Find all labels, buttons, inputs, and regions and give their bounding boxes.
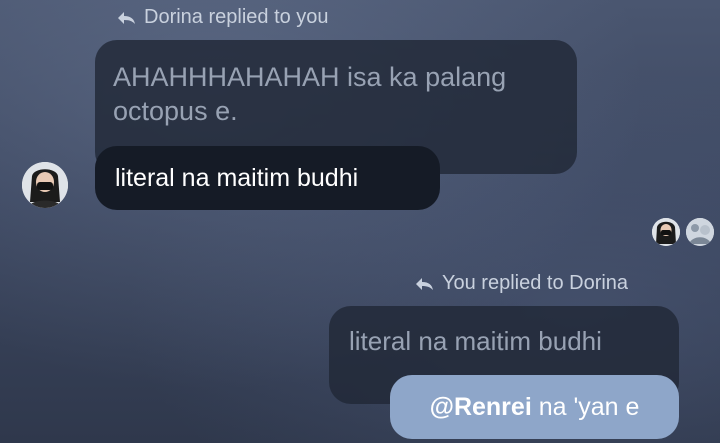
reply-context-label: Dorina replied to you (144, 6, 329, 28)
quoted-message-text: literal na maitim budhi (349, 326, 602, 356)
seen-avatar-1 (652, 218, 680, 246)
reply-context-label: You replied to Dorina (442, 272, 629, 294)
message-text: na 'yan e (531, 392, 640, 421)
reply-context-sent: You replied to Dorina (414, 272, 628, 295)
reply-context-received: Dorina replied to you (116, 6, 329, 29)
message-bubble-sent[interactable]: @Renrei na 'yan e (390, 375, 679, 439)
user-avatar[interactable] (22, 162, 68, 208)
reply-arrow-icon (118, 11, 135, 24)
quoted-message-text: AHAHHHAHAHAH isa ka palang octopus e. (113, 62, 507, 126)
seen-avatars (652, 218, 714, 246)
message-bubble-received[interactable]: literal na maitim budhi (95, 146, 440, 210)
mention-link[interactable]: @Renrei (430, 393, 532, 422)
reply-arrow-icon (416, 277, 433, 290)
seen-avatar-2 (686, 218, 714, 246)
message-text: literal na maitim budhi (115, 163, 359, 192)
